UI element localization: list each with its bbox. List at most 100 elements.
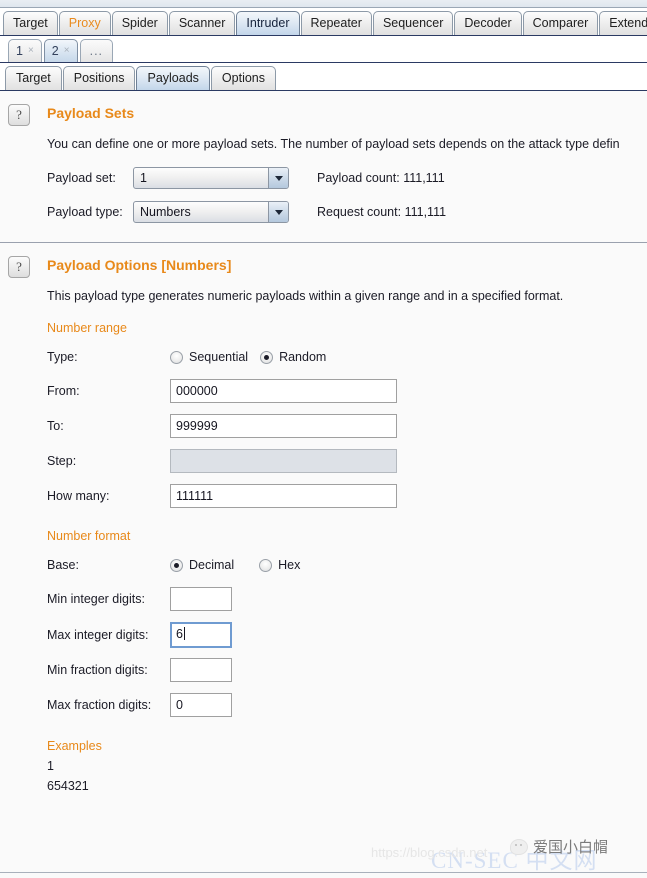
payload-sets-description: You can define one or more payload sets.… [47,137,620,151]
radio-hex[interactable]: Hex [259,558,300,572]
radio-off-icon [259,558,273,572]
subtab-options[interactable]: Options [210,66,277,90]
attack-tab-1-label: 1 [16,44,23,58]
min-fraction-digits-row: Min fraction digits: [47,658,647,682]
wechat-icon [510,838,528,855]
number-range-heading: Number range [47,321,127,335]
payload-type-label: Payload type: [47,205,123,219]
tab-comparer-label: Comparer [532,16,589,30]
example-value-1: 1 [47,759,54,773]
payload-set-label: Payload set: [47,171,116,185]
payload-type-row: Payload type: Numbers Request count: 111… [47,201,647,223]
attack-tab-1[interactable]: 1 × [8,39,42,62]
attack-tab-bar: 1 × 2 × ... [0,36,647,63]
payload-count: Payload count: 111,111 [317,171,445,185]
example-value-2: 654321 [47,779,89,793]
watermark-wechat-label: 爱国小白帽 [533,839,609,856]
chevron-down-icon[interactable] [268,202,288,222]
from-input[interactable]: 000000 [170,379,397,403]
radio-decimal-label: Decimal [189,558,235,572]
tab-spider[interactable]: Spider [111,11,168,35]
max-integer-digits-input[interactable]: 6 [170,622,232,648]
payloads-panel: ? Payload Sets You can define one or mor… [0,91,647,878]
max-fraction-digits-row: Max fraction digits: 0 [47,693,647,717]
from-row: From: 000000 [47,379,647,403]
tab-target-label: Target [13,16,48,30]
request-count-label: Request count: [317,205,402,219]
max-fraction-digits-input[interactable]: 0 [170,693,232,717]
tab-decoder[interactable]: Decoder [454,11,522,35]
radio-decimal[interactable]: Decimal [170,558,234,572]
subtab-positions[interactable]: Positions [62,66,136,90]
tab-proxy[interactable]: Proxy [58,11,111,35]
tab-sequencer-label: Sequencer [382,16,444,30]
tab-decoder-label: Decoder [464,16,512,30]
tab-scanner-label: Scanner [178,16,226,30]
payload-type-select[interactable]: Numbers [133,201,289,223]
main-tab-bar: Target Proxy Spider Scanner Intruder Rep… [0,8,647,36]
watermark-url: https://blog.csdn.net [371,845,488,860]
from-label: From: [47,384,80,398]
tab-intruder-label: Intruder [246,16,290,30]
tab-comparer[interactable]: Comparer [522,11,599,35]
help-icon[interactable]: ? [8,104,30,126]
type-row: Type: Sequential Random [47,346,647,368]
subtab-payloads-label: Payloads [147,71,199,85]
radio-random[interactable]: Random [260,350,326,364]
subtab-target[interactable]: Target [5,66,62,90]
tab-repeater[interactable]: Repeater [300,11,372,35]
request-count: Request count: 111,111 [317,205,446,219]
payload-options-description: This payload type generates numeric payl… [47,289,564,303]
help-icon[interactable]: ? [8,256,30,278]
attack-tab-overflow[interactable]: ... [79,39,114,62]
number-format-heading: Number format [47,529,131,543]
radio-sequential-label: Sequential [189,350,249,364]
min-integer-digits-row: Min integer digits: [47,587,647,611]
max-fraction-digits-label: Max fraction digits: [47,698,152,712]
attack-tab-overflow-label: ... [89,44,104,58]
payload-options-title: Payload Options [Numbers] [47,257,232,273]
payload-set-select[interactable]: 1 [133,167,289,189]
base-label: Base: [47,558,79,572]
payload-count-label: Payload count: [317,171,400,185]
max-integer-digits-label: Max integer digits: [47,628,149,642]
max-integer-digits-row: Max integer digits: 6 [47,622,647,648]
payload-set-row: Payload set: 1 Payload count: 111,111 [47,167,647,189]
tab-sequencer[interactable]: Sequencer [372,11,454,35]
window-top-strip [0,0,647,8]
max-integer-digits-value: 6 [176,627,183,641]
radio-sequential[interactable]: Sequential [170,350,248,364]
min-integer-digits-input[interactable] [170,587,232,611]
payload-sub-tab-bar: Target Positions Payloads Options [0,63,647,91]
chevron-down-icon[interactable] [268,168,288,188]
radio-hex-label: Hex [278,558,301,572]
tab-extender[interactable]: Extender [599,11,647,35]
subtab-payloads[interactable]: Payloads [136,66,210,90]
tab-scanner[interactable]: Scanner [168,11,236,35]
tab-intruder[interactable]: Intruder [236,11,300,35]
close-icon[interactable]: × [64,46,70,56]
payload-options-header: ? Payload Options [Numbers] [0,243,647,278]
min-fraction-digits-label: Min fraction digits: [47,663,148,677]
radio-off-icon [170,350,183,364]
bottom-divider [0,872,647,873]
min-fraction-digits-input[interactable] [170,658,232,682]
radio-on-icon [260,350,274,364]
tab-proxy-label: Proxy [68,16,101,30]
step-label: Step: [47,454,77,468]
payload-count-value: 111,111 [403,171,445,185]
close-icon[interactable]: × [28,46,34,56]
payload-type-value: Numbers [140,205,191,219]
step-row: Step: [47,449,647,473]
attack-tab-2-label: 2 [51,44,59,58]
to-input[interactable]: 999999 [170,414,397,438]
tab-extender-label: Extender [609,16,647,30]
tab-spider-label: Spider [121,16,158,30]
attack-tab-2[interactable]: 2 × [43,39,78,62]
step-input [170,449,397,473]
request-count-value: 111,111 [404,205,447,219]
tab-target[interactable]: Target [3,11,58,35]
tab-repeater-label: Repeater [310,16,362,30]
how-many-input[interactable]: 111111 [170,484,397,508]
payload-sets-header: ? Payload Sets [0,91,647,126]
